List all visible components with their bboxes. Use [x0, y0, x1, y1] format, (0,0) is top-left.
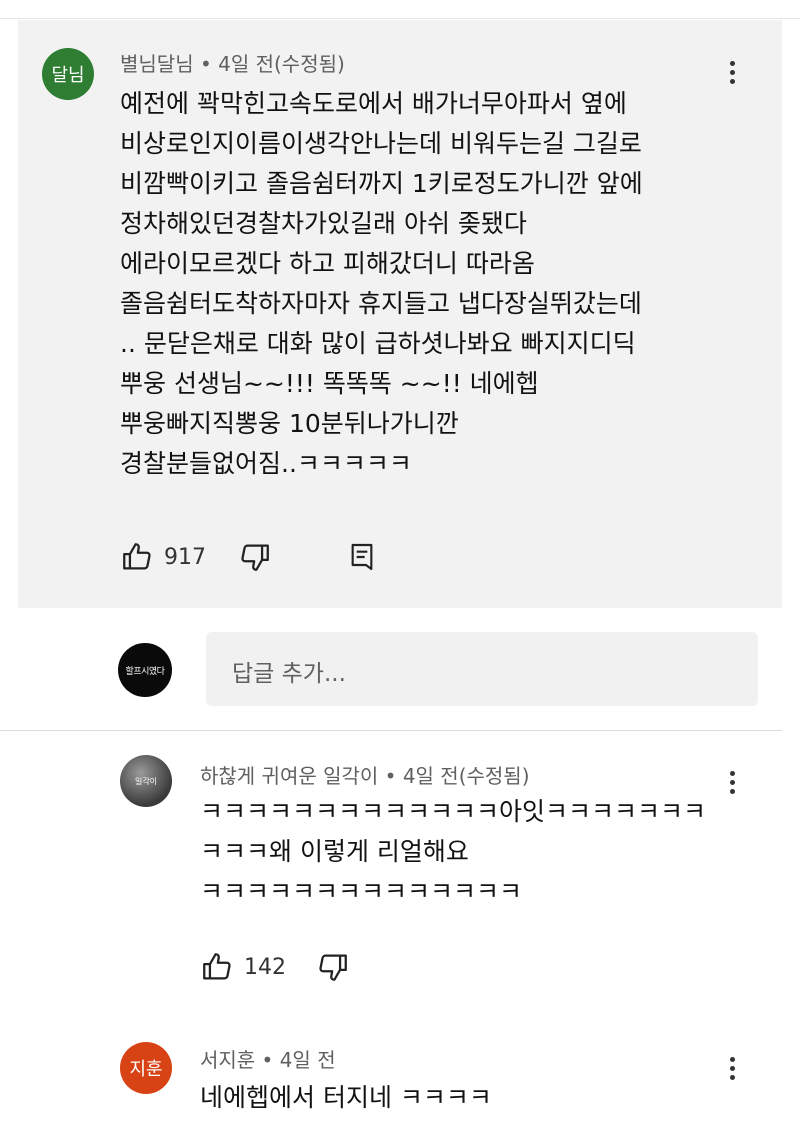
comment-line: 경찰분들없어짐..ㅋㅋㅋㅋㅋ [120, 449, 412, 478]
section-divider [0, 730, 782, 731]
comment-line: 뿌웅 선생님~~!!! 똑똑똑 ~~!! 네에헵 [120, 369, 539, 398]
comment-text: 네에헵에서 터지네 ㅋㅋㅋㅋ [200, 1078, 492, 1118]
avatar-label: 달님 [51, 65, 85, 86]
thumbs-up-icon [203, 953, 231, 980]
thumbs-down-icon [241, 544, 269, 571]
like-button[interactable]: 142 [200, 950, 286, 984]
comment-text: ㅋㅋㅋㅋㅋㅋㅋㅋㅋㅋㅋㅋㅋ아잇ㅋㅋㅋㅋㅋㅋㅋ ㅋㅋㅋ왜 이렇게 리얼해요 ㅋㅋㅋ… [200, 792, 706, 912]
comment-meta: 별님달님 • 4일 전(수정됨) [120, 52, 345, 76]
comment-line: 에라이모르겠다 하고 피해갔더니 따라옴 [120, 249, 535, 278]
avatar[interactable]: 일각이 [120, 755, 172, 807]
avatar[interactable]: 지훈 [120, 1042, 172, 1094]
thumbs-down-icon [319, 954, 347, 981]
reply-placeholder: 답글 추가... [232, 661, 346, 687]
comment-meta: 하찮게 귀여운 일각이 • 4일 전(수정됨) [200, 764, 530, 788]
comment-line: ㅋㅋㅋ왜 이렇게 리얼해요 [200, 837, 469, 866]
reply-button[interactable] [346, 540, 378, 574]
thumbs-up-icon [123, 543, 151, 570]
avatar-label: 지훈 [129, 1059, 163, 1080]
reply-input[interactable]: 답글 추가... [206, 632, 758, 706]
comment-line: 예전에 꽉막힌고속도로에서 배가너무아파서 옆에 [120, 89, 627, 118]
top-divider [0, 0, 800, 19]
avatar-label: 일각이 [134, 776, 158, 786]
user-avatar-label: 할프시였다 [125, 666, 165, 677]
comment-text: 예전에 꽉막힌고속도로에서 배가너무아파서 옆에 비상로인지이름이생각안나는데 … [120, 84, 643, 484]
more-options-icon[interactable] [722, 1050, 742, 1086]
like-count: 142 [244, 954, 286, 980]
more-options-icon[interactable] [722, 764, 742, 800]
like-count: 917 [164, 544, 206, 570]
comment-line: 비깜빡이키고 졸음쉼터까지 1키로정도가니깐 앞에 [120, 169, 643, 198]
comment-meta: 서지훈 • 4일 전 [200, 1048, 336, 1072]
like-button[interactable]: 917 [120, 540, 206, 574]
comment-line: ㅋㅋㅋㅋㅋㅋㅋㅋㅋㅋㅋㅋㅋㅋ [200, 877, 523, 906]
comment-line: 네에헵에서 터지네 ㅋㅋㅋㅋ [200, 1083, 492, 1112]
comment-icon [351, 543, 373, 571]
avatar[interactable]: 달님 [42, 48, 94, 100]
user-avatar: 할프시였다 [118, 643, 172, 697]
more-options-icon[interactable] [722, 54, 742, 90]
comment-line: 졸음쉼터도착하자마자 휴지들고 냅다장실뛰갔는데 [120, 289, 642, 318]
comment-line: 정차해있던경찰차가있길래 아쉬 좆됐다 [120, 209, 527, 238]
comment-line: .. 문닫은채로 대화 많이 급하셧나봐요 빠지지디딕 [120, 329, 636, 358]
comment-line: 뿌웅빠지직뽕웅 10분뒤나가니깐 [120, 409, 459, 438]
comment-line: 비상로인지이름이생각안나는데 비워두는길 그길로 [120, 129, 642, 158]
dislike-button[interactable] [238, 540, 272, 574]
comment-line: ㅋㅋㅋㅋㅋㅋㅋㅋㅋㅋㅋㅋㅋ아잇ㅋㅋㅋㅋㅋㅋㅋ [200, 797, 707, 826]
dislike-button[interactable] [316, 950, 350, 984]
